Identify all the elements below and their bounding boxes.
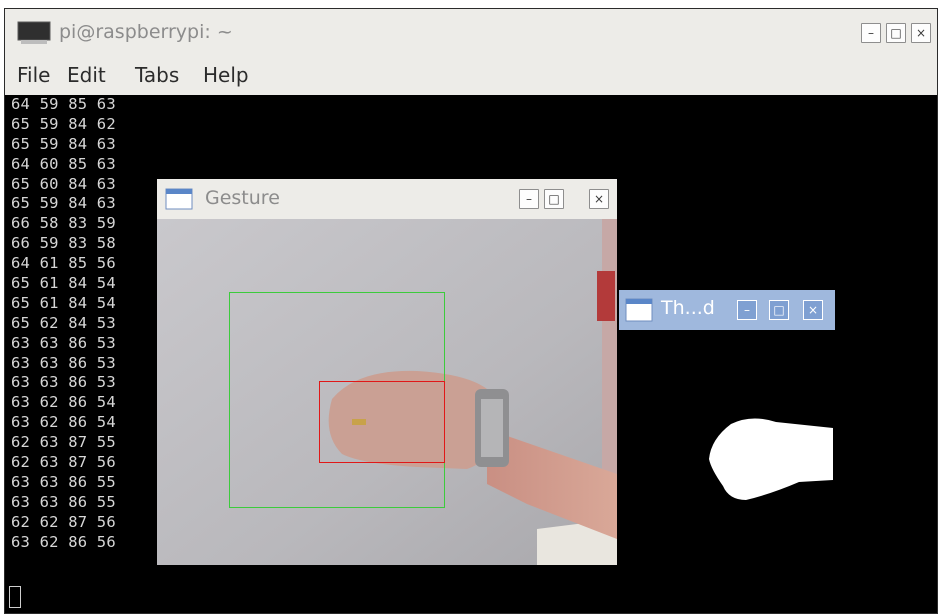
terminal-menubar: File Edit Tabs Help: [5, 55, 937, 95]
gesture-titlebar[interactable]: Gesture – □ ×: [157, 179, 617, 219]
terminal-title: pi@raspberrypi: ~: [59, 21, 233, 43]
camera-feed: [157, 219, 617, 565]
terminal-line: 64 61 85 56: [11, 254, 116, 273]
threshold-close-button[interactable]: ×: [803, 300, 823, 320]
window-icon: [165, 188, 193, 210]
gesture-window: Gesture – □ ×: [157, 179, 617, 565]
terminal-line: 65 60 84 63: [11, 174, 116, 193]
terminal-line: 62 63 87 55: [11, 433, 116, 452]
hand-detection-box: [319, 381, 445, 463]
menu-help[interactable]: Help: [203, 63, 249, 87]
terminal-line: 63 63 86 53: [11, 333, 116, 352]
gesture-minimize-button[interactable]: –: [519, 189, 539, 209]
terminal-line: 62 62 87 56: [11, 512, 116, 531]
terminal-line: 63 63 86 55: [11, 492, 116, 511]
terminal-minimize-button[interactable]: –: [861, 23, 881, 43]
terminal-output[interactable]: 64 59 85 63 65 59 84 62 65 59 84 63 64 6…: [11, 95, 171, 552]
threshold-minimize-button[interactable]: –: [737, 300, 757, 320]
terminal-line: 66 59 83 58: [11, 234, 116, 253]
terminal-line: 63 62 86 56: [11, 532, 116, 551]
window-icon: [625, 298, 653, 322]
terminal-line: 65 61 84 54: [11, 274, 116, 293]
threshold-window-titlebar[interactable]: Th...d – □ ×: [619, 290, 835, 330]
terminal-close-button[interactable]: ×: [911, 23, 931, 43]
terminal-line: 65 59 84 63: [11, 194, 116, 213]
gesture-close-button[interactable]: ×: [589, 189, 609, 209]
terminal-maximize-button[interactable]: □: [886, 23, 906, 43]
menu-file[interactable]: File: [17, 63, 50, 87]
menu-edit[interactable]: Edit: [67, 63, 106, 87]
terminal-line: 65 62 84 53: [11, 313, 116, 332]
gesture-title: Gesture: [205, 187, 280, 209]
terminal-icon: [17, 21, 51, 44]
terminal-cursor: [9, 586, 21, 608]
terminal-line: 62 63 87 56: [11, 453, 116, 472]
terminal-line: 65 59 84 62: [11, 114, 116, 133]
terminal-line: 63 63 86 53: [11, 353, 116, 372]
terminal-line: 63 63 86 53: [11, 373, 116, 392]
camera-edge-artifact: [597, 271, 615, 321]
terminal-line: 64 60 85 63: [11, 154, 116, 173]
terminal-line: 63 62 86 54: [11, 413, 116, 432]
gesture-maximize-button[interactable]: □: [544, 189, 564, 209]
menu-tabs[interactable]: Tabs: [135, 63, 179, 87]
terminal-line: 66 58 83 59: [11, 214, 116, 233]
terminal-titlebar[interactable]: pi@raspberrypi: ~ – □ ×: [5, 9, 937, 55]
terminal-line: 63 62 86 54: [11, 393, 116, 412]
terminal-line: 63 63 86 55: [11, 472, 116, 491]
terminal-line: 64 59 85 63: [11, 95, 116, 113]
terminal-line: 65 59 84 63: [11, 134, 116, 153]
terminal-line: 65 61 84 54: [11, 293, 116, 312]
threshold-maximize-button[interactable]: □: [769, 300, 789, 320]
desktop-frame: pi@raspberrypi: ~ – □ × File Edit Tabs H…: [4, 8, 938, 614]
threshold-title: Th...d: [661, 297, 715, 319]
threshold-mask: [709, 418, 833, 500]
